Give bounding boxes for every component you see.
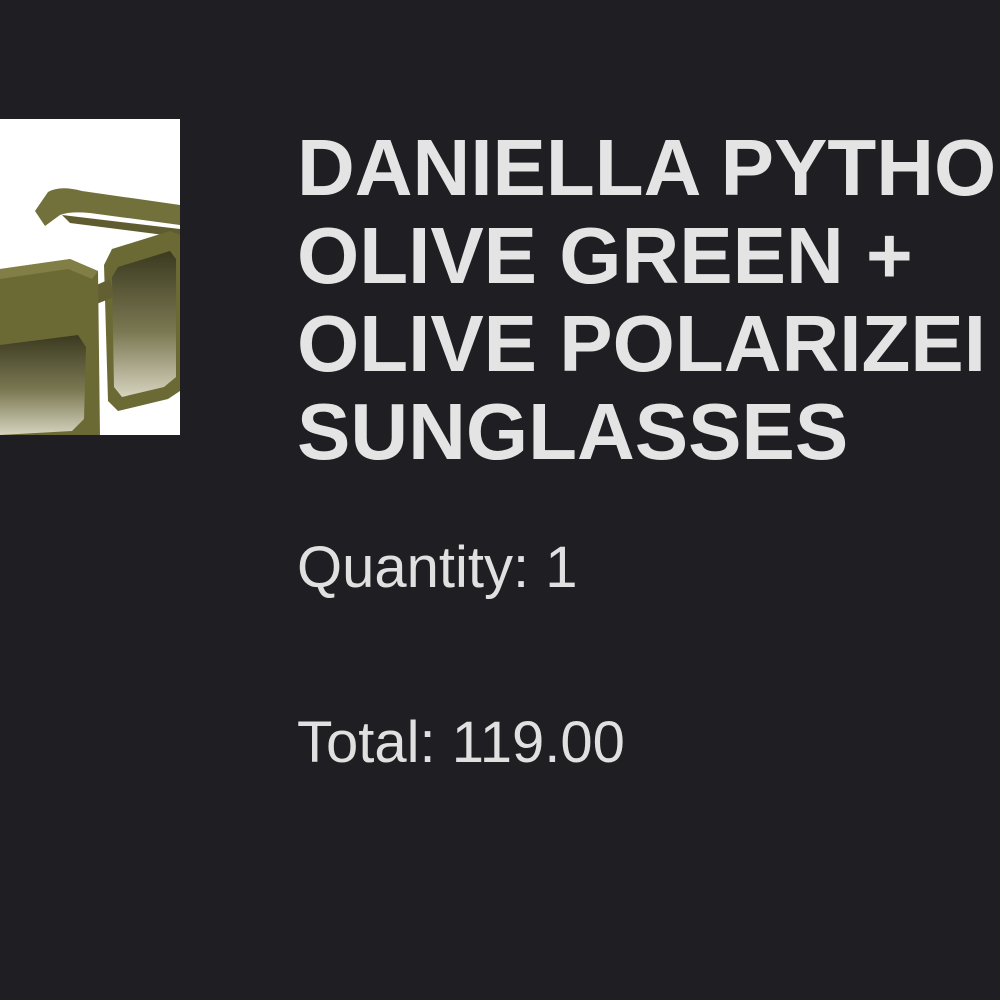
- quantity-text: Quantity: 1: [297, 535, 578, 600]
- product-title[interactable]: DANIELLA PYTHO OLIVE GREEN + OLIVE POLAR…: [297, 124, 1000, 476]
- product-image[interactable]: [0, 119, 180, 435]
- sunglasses-icon: [0, 119, 180, 435]
- product-details: DANIELLA PYTHO OLIVE GREEN + OLIVE POLAR…: [297, 124, 1000, 824]
- order-item-screen: DANIELLA PYTHO OLIVE GREEN + OLIVE POLAR…: [0, 0, 1000, 1000]
- product-title-line: OLIVE GREEN +: [297, 211, 913, 300]
- product-title-line: OLIVE POLARIZEI: [297, 299, 986, 388]
- total-price-text: Total: 119.00: [297, 710, 625, 775]
- product-title-line: DANIELLA PYTHO: [297, 124, 997, 212]
- product-title-line: SUNGLASSES: [297, 387, 849, 476]
